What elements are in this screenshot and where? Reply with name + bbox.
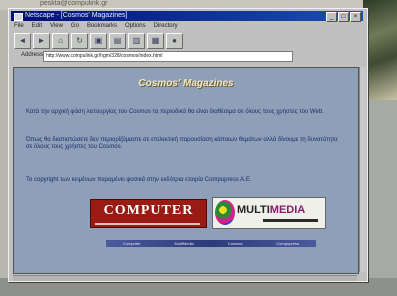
nav-link-computer[interactable]: Computer bbox=[123, 241, 141, 246]
computer-magazine-logo-link[interactable]: COMPUTER bbox=[90, 199, 207, 228]
multimedia-swirl-icon bbox=[215, 200, 235, 225]
multimedia-magazine-logo-link[interactable]: MULTIMEDIA bbox=[212, 197, 326, 229]
status-bar bbox=[13, 275, 357, 281]
nav-link-compupress[interactable]: Compupress bbox=[276, 241, 299, 246]
menu-file[interactable]: File bbox=[14, 22, 24, 31]
page-content: Cosmos' Magazines Κατά την αρχική φάση λ… bbox=[13, 67, 359, 274]
menu-bar: File Edit View Go Bookmarks Options Dire… bbox=[11, 22, 366, 31]
address-input[interactable]: http://www.compulink.gr/hgm/328/cosmos/i… bbox=[43, 51, 293, 62]
nav-link-cosmos[interactable]: Cosmos bbox=[228, 241, 243, 246]
bottom-nav-bar: Computer MultiMedia Cosmos Compupress bbox=[106, 240, 316, 247]
title-bar[interactable]: Netscape - [Cosmos' Magazines] _ □ × bbox=[11, 11, 363, 22]
close-button[interactable]: × bbox=[350, 12, 361, 22]
menu-options[interactable]: Options bbox=[125, 22, 146, 31]
window-title: Netscape - [Cosmos' Magazines] bbox=[25, 12, 128, 19]
open-button[interactable]: ▤ bbox=[109, 32, 126, 49]
images-button[interactable]: ▣ bbox=[90, 32, 107, 49]
menu-bookmarks[interactable]: Bookmarks bbox=[87, 22, 117, 31]
minimize-button[interactable]: _ bbox=[326, 12, 337, 22]
multimedia-logo-text: MULTIMEDIA bbox=[237, 204, 306, 216]
vertical-scrollbar[interactable] bbox=[359, 67, 366, 272]
window-controls: _ □ × bbox=[326, 12, 361, 22]
find-button[interactable]: ▦ bbox=[147, 32, 164, 49]
maximize-button[interactable]: □ bbox=[338, 12, 349, 22]
menu-go[interactable]: Go bbox=[71, 22, 79, 31]
page-heading: Cosmos' Magazines bbox=[138, 78, 234, 89]
app-icon[interactable] bbox=[14, 13, 23, 21]
address-label: Address: bbox=[21, 52, 45, 58]
multimedia-logo-underline bbox=[263, 219, 318, 222]
reload-button[interactable]: ↻ bbox=[71, 32, 88, 49]
stop-button[interactable]: ● bbox=[166, 32, 183, 49]
logo-stripe bbox=[95, 223, 200, 225]
home-button[interactable]: ⌂ bbox=[52, 32, 69, 49]
computer-logo-text: COMPUTER bbox=[103, 203, 194, 218]
browser-window: Netscape - [Cosmos' Magazines] _ □ × Fil… bbox=[8, 8, 368, 282]
background-email-text: peskta@compulink.gr bbox=[40, 0, 108, 7]
paragraph-copyright: Το copyright των κειμένων παραμένει φυσι… bbox=[26, 177, 252, 183]
print-button[interactable]: ▥ bbox=[128, 32, 145, 49]
address-bar: Address: http://www.compulink.gr/hgm/328… bbox=[11, 51, 363, 62]
forward-button[interactable]: ► bbox=[33, 32, 50, 49]
back-button[interactable]: ◄ bbox=[14, 32, 31, 49]
background-panel bbox=[363, 100, 397, 296]
menu-directory[interactable]: Directory bbox=[154, 22, 178, 31]
paragraph-details: Όπως θα διαπιστώσετε δεν περιορίζόμαστε … bbox=[26, 137, 338, 150]
menu-view[interactable]: View bbox=[50, 22, 63, 31]
toolbar: ◄ ► ⌂ ↻ ▣ ▤ ▥ ▦ ● bbox=[11, 32, 366, 49]
paragraph-intro: Κατά την αρχική φάση λειτουργίας του Cos… bbox=[26, 109, 324, 115]
menu-edit[interactable]: Edit bbox=[32, 22, 42, 31]
background-left bbox=[0, 10, 8, 296]
background-photo bbox=[363, 0, 397, 100]
nav-link-multimedia[interactable]: MultiMedia bbox=[174, 241, 193, 246]
